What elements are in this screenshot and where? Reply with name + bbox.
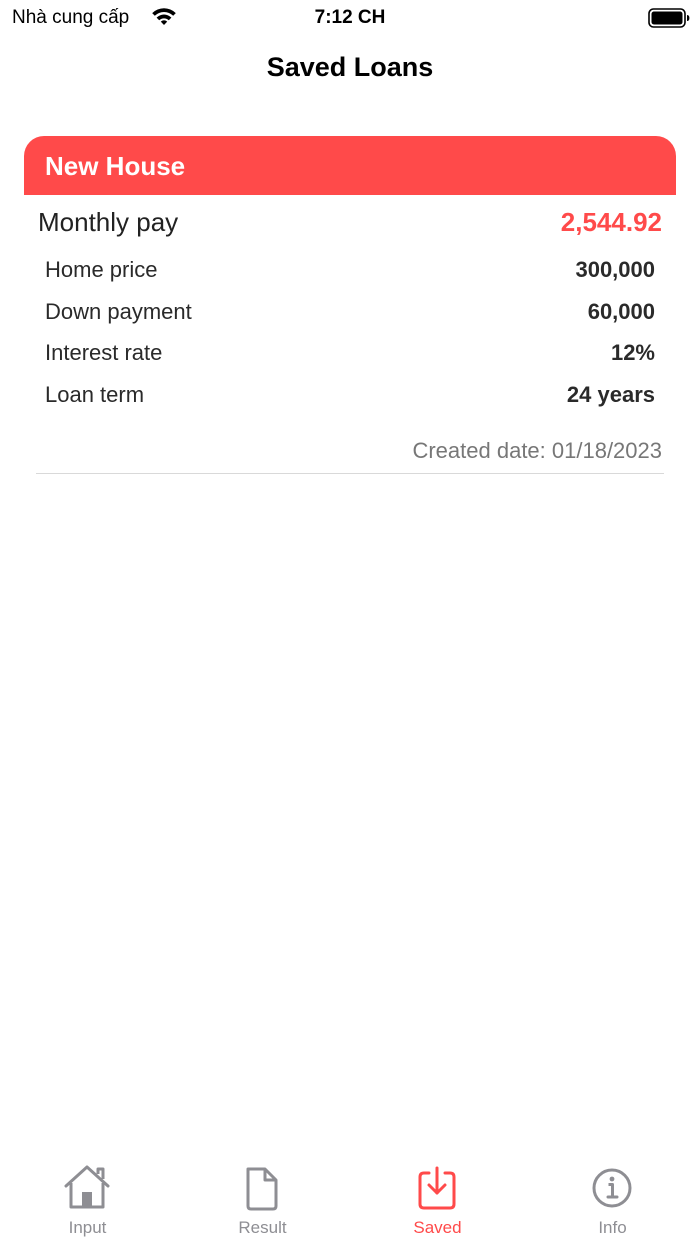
home-price-value: 300,000 (575, 257, 655, 282)
detail-row-home-price: Home price 300,000 (24, 251, 676, 293)
tab-result[interactable]: Result (175, 1154, 350, 1244)
tab-saved[interactable]: Saved (350, 1154, 525, 1244)
loan-term-value: 24 years (566, 381, 655, 407)
down-payment-value: 60,000 (587, 298, 655, 324)
tab-input-label: Input (68, 1218, 107, 1237)
tab-bar: Input Result Saved Info (0, 1154, 700, 1244)
loan-term-label: Loan term (45, 381, 145, 407)
tab-info-label: Info (598, 1218, 627, 1237)
created-date: Created date: 01/18/2023 (412, 438, 662, 463)
loan-card[interactable]: New House Monthly pay 2,544.92 Home pric… (24, 136, 676, 474)
monthly-pay-row: Monthly pay 2,544.92 (24, 195, 676, 251)
battery-icon (648, 8, 690, 33)
detail-row-interest-rate: Interest rate 12% (24, 334, 676, 376)
monthly-pay-value: 2,544.92 (560, 207, 662, 237)
info-circle-icon (587, 1164, 637, 1212)
down-payment-label: Down payment (45, 298, 192, 324)
detail-row-loan-term: Loan term 24 years (24, 376, 676, 418)
monthly-pay-label: Monthly pay (38, 207, 179, 237)
page-title: Saved Loans (266, 52, 434, 82)
home-price-label: Home price (45, 257, 158, 282)
document-icon (237, 1164, 287, 1212)
download-tray-icon (412, 1164, 462, 1212)
loan-name: New House (24, 136, 676, 195)
tab-input[interactable]: Input (0, 1154, 175, 1244)
tab-result-label: Result (238, 1218, 287, 1237)
clock: 7:12 CH (314, 7, 386, 28)
status-bar: Nhà cung cấp 7:12 CH (0, 0, 700, 40)
interest-rate-label: Interest rate (45, 340, 163, 365)
interest-rate-value: 12% (610, 340, 655, 365)
house-icon (62, 1164, 112, 1212)
tab-info[interactable]: Info (525, 1154, 700, 1244)
detail-row-down-payment: Down payment 60,000 (24, 293, 676, 335)
card-divider (36, 473, 664, 474)
tab-saved-label: Saved (413, 1218, 462, 1237)
